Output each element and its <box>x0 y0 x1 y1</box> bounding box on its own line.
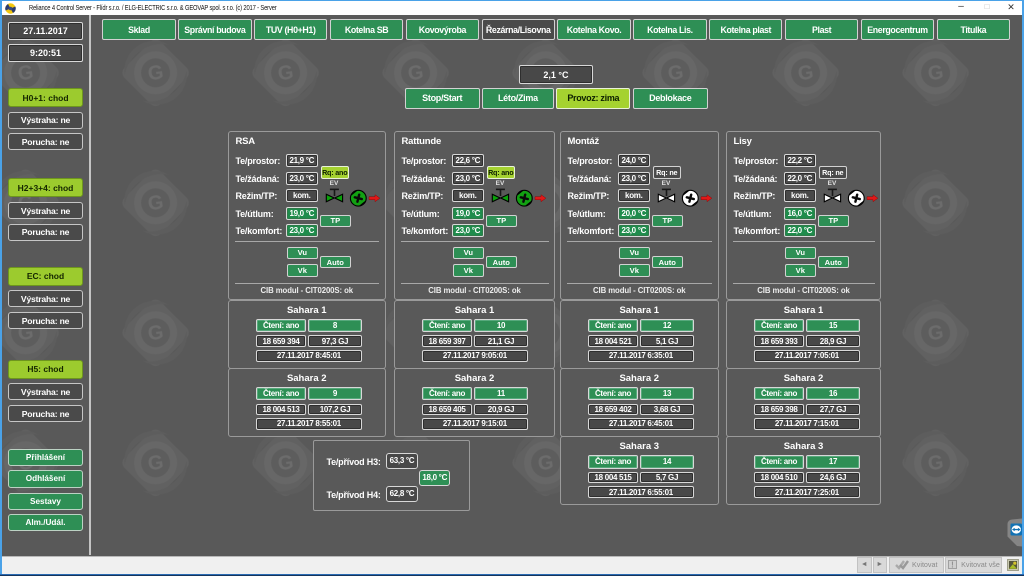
svg-text:!: ! <box>951 561 954 570</box>
